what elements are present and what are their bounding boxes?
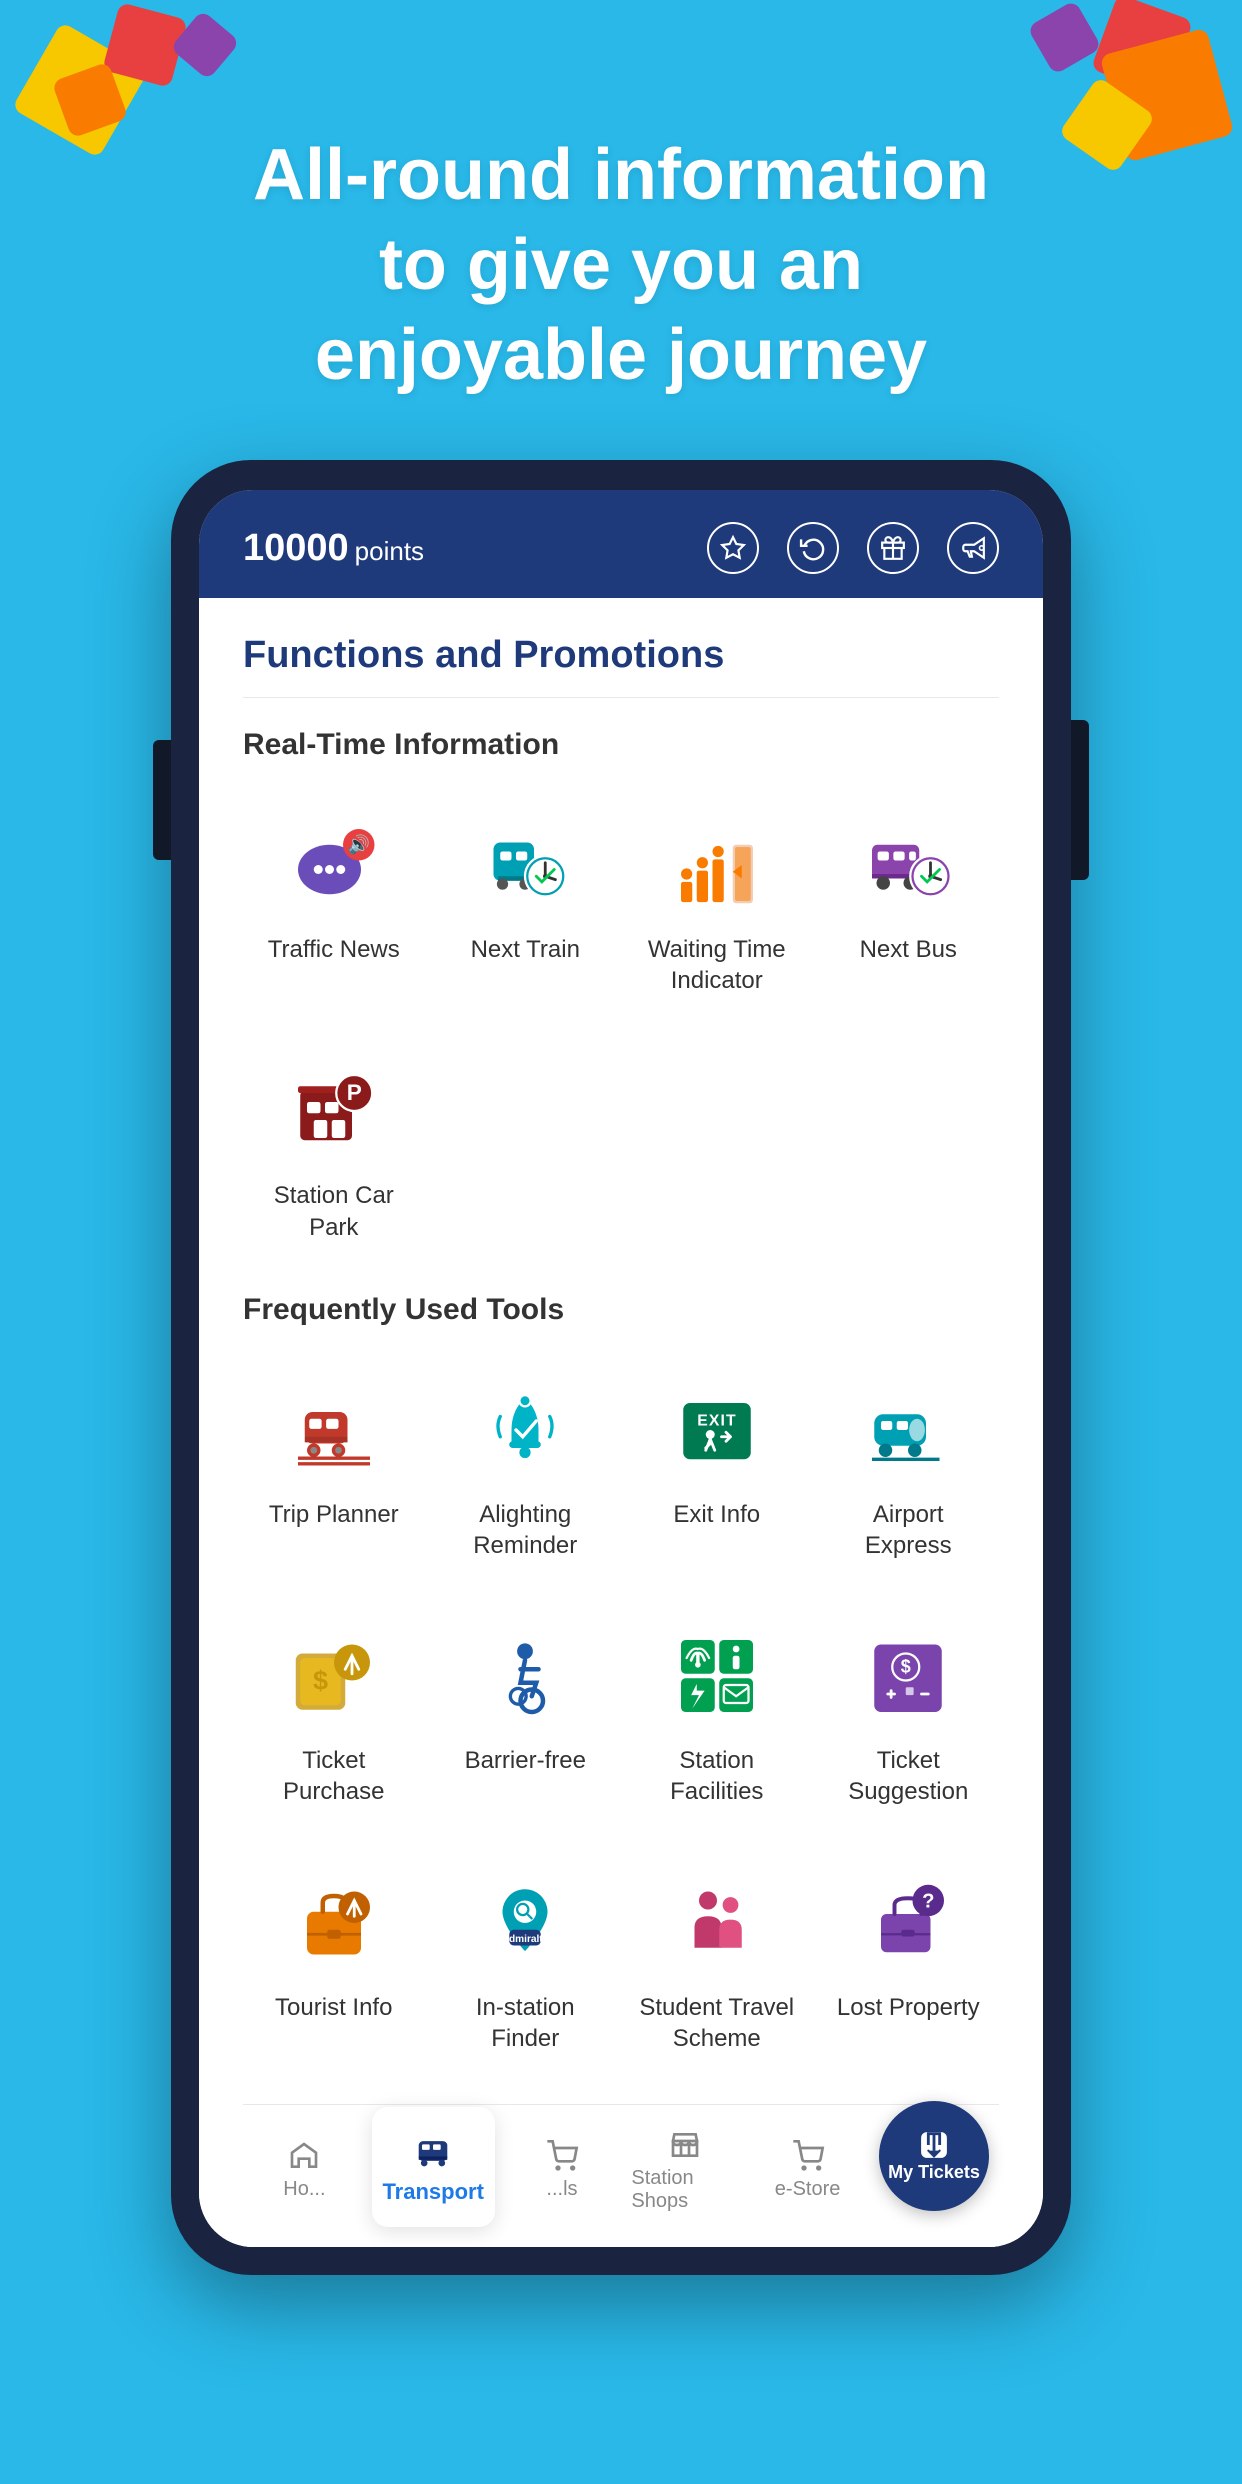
nav-station-shops[interactable]: Station Shops bbox=[623, 2115, 746, 2227]
barrier-icon-box bbox=[470, 1621, 580, 1731]
tourist-icon-box bbox=[279, 1868, 389, 1978]
svg-text:?: ? bbox=[922, 1890, 934, 1912]
tools-grid-2: $ Ticket Purchase bbox=[243, 1601, 999, 1827]
phone-header: 10000points bbox=[199, 490, 1043, 598]
exit-info-label: Exit Info bbox=[673, 1499, 760, 1530]
waiting-time-label: Waiting Time Indicator bbox=[636, 934, 798, 996]
megaphone-button[interactable] bbox=[947, 522, 999, 574]
deals-nav-label: ...ls bbox=[546, 2178, 577, 2201]
airport-express-icon-box bbox=[853, 1375, 963, 1485]
nav-estore[interactable]: e-Store bbox=[746, 2115, 869, 2227]
svg-text:$: $ bbox=[313, 1666, 328, 1696]
exit-info-item[interactable]: EXIT Exit Info bbox=[626, 1355, 808, 1581]
my-tickets-label: My Tickets bbox=[888, 2162, 980, 2184]
student-icon-box bbox=[662, 1868, 772, 1978]
svg-text:🔊: 🔊 bbox=[347, 833, 369, 855]
my-tickets-button[interactable]: My Tickets bbox=[879, 2101, 989, 2211]
transport-nav-label: Transport bbox=[382, 2179, 483, 2205]
waiting-time-icon-box bbox=[662, 810, 772, 920]
shops-nav-label: Station Shops bbox=[631, 2167, 738, 2213]
next-bus-icon-box bbox=[853, 810, 963, 920]
suggestion-label: Ticket Suggestion bbox=[828, 1745, 990, 1807]
finder-icon-box: Admiralty bbox=[470, 1868, 580, 1978]
station-carpark-item[interactable]: P Station Car Park bbox=[243, 1036, 425, 1262]
airport-express-item[interactable]: Airport Express bbox=[818, 1355, 1000, 1581]
station-facilities-item[interactable]: Station Facilities bbox=[626, 1601, 808, 1827]
gift-button[interactable] bbox=[867, 522, 919, 574]
svg-text:$: $ bbox=[901, 1657, 911, 1677]
bottom-nav: Ho... Transport bbox=[243, 2104, 999, 2247]
alighting-label: Alighting Reminder bbox=[445, 1499, 607, 1561]
functions-title: Functions and Promotions bbox=[243, 634, 999, 698]
realtime-section-label: Real-Time Information bbox=[243, 728, 999, 762]
alighting-reminder-item[interactable]: Alighting Reminder bbox=[435, 1355, 617, 1581]
traffic-news-item[interactable]: 🔊 Traffic News bbox=[243, 790, 425, 1016]
tools-grid-3: Tourist Info bbox=[243, 1848, 999, 2074]
nav-home[interactable]: Ho... bbox=[243, 2115, 366, 2227]
finder-label: In-station Finder bbox=[445, 1992, 607, 2054]
home-nav-label: Ho... bbox=[283, 2178, 325, 2201]
svg-text:EXIT: EXIT bbox=[697, 1412, 737, 1429]
trip-planner-icon-box bbox=[279, 1375, 389, 1485]
traffic-news-label: Traffic News bbox=[268, 934, 400, 965]
svg-text:P: P bbox=[346, 1080, 361, 1105]
phone-mockup: 10000points bbox=[171, 460, 1071, 2275]
phone-screen: 10000points bbox=[199, 490, 1043, 2247]
carpark-grid: P Station Car Park bbox=[243, 1036, 999, 1262]
facilities-icon-box bbox=[662, 1621, 772, 1731]
phone-wrapper: 10000points bbox=[0, 460, 1242, 2375]
star-button[interactable] bbox=[707, 522, 759, 574]
hero-text: All-round information to give you an enj… bbox=[0, 0, 1242, 460]
station-facilities-label: Station Facilities bbox=[636, 1745, 798, 1807]
refresh-button[interactable] bbox=[787, 522, 839, 574]
carpark-label: Station Car Park bbox=[253, 1180, 415, 1242]
student-label: Student Travel Scheme bbox=[636, 1992, 798, 2054]
next-train-label: Next Train bbox=[471, 934, 580, 965]
estore-nav-label: e-Store bbox=[775, 2178, 841, 2201]
alighting-icon-box bbox=[470, 1375, 580, 1485]
suggestion-icon-box: $ bbox=[853, 1621, 963, 1731]
barrier-free-label: Barrier-free bbox=[465, 1745, 586, 1776]
trip-planner-item[interactable]: Trip Planner bbox=[243, 1355, 425, 1581]
ticket-purchase-icon-box: $ bbox=[279, 1621, 389, 1731]
tourist-info-label: Tourist Info bbox=[275, 1992, 392, 2023]
ticket-purchase-item[interactable]: $ Ticket Purchase bbox=[243, 1601, 425, 1827]
airport-express-label: Airport Express bbox=[828, 1499, 990, 1561]
header-icons-group bbox=[707, 522, 999, 574]
realtime-grid: 🔊 Traffic News bbox=[243, 790, 999, 1016]
exit-icon-box: EXIT bbox=[662, 1375, 772, 1485]
lost-icon-box: ? bbox=[853, 1868, 963, 1978]
points-display: 10000points bbox=[243, 527, 424, 570]
ticket-purchase-label: Ticket Purchase bbox=[253, 1745, 415, 1807]
next-train-item[interactable]: Next Train bbox=[435, 790, 617, 1016]
content-area: Functions and Promotions Real-Time Infor… bbox=[199, 598, 1043, 2247]
tourist-info-item[interactable]: Tourist Info bbox=[243, 1848, 425, 2074]
instation-finder-item[interactable]: Admiralty In-station Finder bbox=[435, 1848, 617, 2074]
tools-section-label: Frequently Used Tools bbox=[243, 1293, 999, 1327]
carpark-icon-box: P bbox=[279, 1056, 389, 1166]
waiting-time-item[interactable]: Waiting Time Indicator bbox=[626, 790, 808, 1016]
barrier-free-item[interactable]: Barrier-free bbox=[435, 1601, 617, 1827]
trip-planner-label: Trip Planner bbox=[269, 1499, 399, 1530]
ticket-suggestion-item[interactable]: $ Ticket Suggestion bbox=[818, 1601, 1000, 1827]
next-bus-label: Next Bus bbox=[860, 934, 957, 965]
tools-grid-1: Trip Planner bbox=[243, 1355, 999, 1581]
lost-property-item[interactable]: ? Lost Property bbox=[818, 1848, 1000, 2074]
next-bus-item[interactable]: Next Bus bbox=[818, 790, 1000, 1016]
svg-text:Admiralty: Admiralty bbox=[502, 1934, 549, 1945]
nav-transport[interactable]: Transport bbox=[372, 2107, 495, 2227]
next-train-icon-box bbox=[470, 810, 580, 920]
lost-property-label: Lost Property bbox=[837, 1992, 980, 2023]
traffic-news-icon-box: 🔊 bbox=[279, 810, 389, 920]
student-travel-item[interactable]: Student Travel Scheme bbox=[626, 1848, 808, 2074]
nav-deals[interactable]: ...ls bbox=[501, 2115, 624, 2227]
